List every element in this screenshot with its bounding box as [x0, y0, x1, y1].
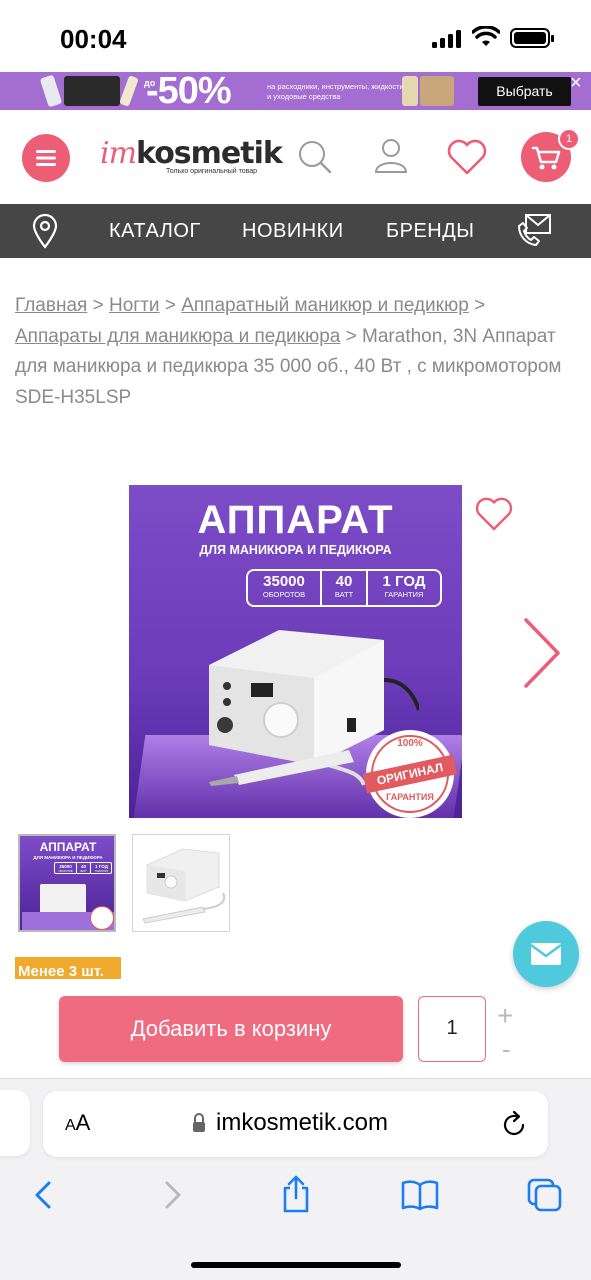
- logo-tagline: Только оригинальный товар: [166, 168, 258, 175]
- promo-product-image: [420, 76, 454, 106]
- thumb-spec-label: ВАТТ: [80, 870, 87, 873]
- quantity-input[interactable]: 1: [418, 996, 486, 1062]
- contact-fab-button[interactable]: [513, 921, 579, 987]
- promo-text: на расходники, инструменты, жидкости и у…: [267, 82, 404, 101]
- breadcrumb-link-nails[interactable]: Ногти: [109, 295, 160, 316]
- promo-product-image: [39, 74, 63, 108]
- breadcrumb-separator: >: [345, 325, 357, 347]
- thumb-spec-value: 1 ГОД: [95, 864, 108, 869]
- spec-value: 40: [335, 573, 353, 590]
- previous-tab-preview[interactable]: [0, 1090, 30, 1156]
- promo-select-button[interactable]: Выбрать: [478, 77, 571, 106]
- nav-item-catalog[interactable]: КАТАЛОГ: [109, 220, 201, 243]
- image-spec: 1 ГОД ГАРАНТИЯ: [368, 571, 440, 605]
- spec-label: ГАРАНТИЯ: [384, 590, 424, 599]
- promo-product-image: [119, 75, 139, 107]
- logo-accent: im: [100, 136, 137, 171]
- quantity-minus-button[interactable]: -: [502, 1034, 511, 1065]
- status-bar: 00:04: [0, 0, 591, 72]
- breadcrumb-separator: >: [92, 295, 104, 316]
- breadcrumb-separator: >: [474, 295, 486, 316]
- thumb-device-image: [142, 848, 226, 924]
- promo-product-image: [64, 76, 120, 106]
- breadcrumb-link-hardware-manicure[interactable]: Аппаратный маникюр и педикюр: [181, 295, 469, 316]
- add-to-favorites-heart-icon[interactable]: [474, 496, 514, 532]
- aa-large: A: [75, 1110, 91, 1135]
- thumb-subtitle: ДЛЯ МАНИКЮРА И ПЕДИКЮРА: [33, 855, 103, 860]
- url-text[interactable]: imkosmetik.com: [216, 1109, 388, 1137]
- thumbnail-1[interactable]: АППАРАТ ДЛЯ МАНИКЮРА И ПЕДИКЮРА 35000 ОБ…: [18, 834, 116, 932]
- wifi-icon: [472, 26, 500, 46]
- image-title: АППАРАТ: [197, 498, 394, 542]
- image-specs-box: 35000 ОБОРОТОВ 40 ВАТТ 1 ГОД ГАРАНТИЯ: [246, 569, 442, 607]
- nav-item-brands[interactable]: БРЕНДЫ: [386, 220, 475, 243]
- thumb-spec: 35000 ОБОРОТОВ: [55, 863, 77, 873]
- thumb-spec-label: ГАРАНТИЯ: [95, 870, 108, 873]
- contact-mail-phone-icon[interactable]: [516, 212, 554, 248]
- add-to-cart-button[interactable]: Добавить в корзину: [59, 996, 403, 1062]
- spec-value: 35000: [263, 573, 305, 590]
- breadcrumb: Главная > Ногти > Аппаратный маникюр и п…: [15, 291, 575, 413]
- site-logo[interactable]: imkosmetik: [100, 136, 283, 171]
- original-guarantee-stamp: 100% ОРИГИНАЛ ГАРАНТИЯ: [362, 730, 458, 818]
- stock-badge: Менее 3 шт.: [15, 957, 121, 979]
- aa-small: A: [65, 1117, 76, 1134]
- breadcrumb-link-home[interactable]: Главная: [15, 295, 87, 316]
- share-icon[interactable]: [280, 1174, 312, 1214]
- image-spec: 35000 ОБОРОТОВ: [248, 571, 322, 605]
- envelope-icon: [530, 943, 562, 965]
- search-icon[interactable]: [296, 138, 334, 176]
- spec-label: ОБОРОТОВ: [262, 590, 306, 599]
- back-chevron-icon[interactable]: [32, 1180, 56, 1210]
- thumb-title: АППАРАТ: [39, 840, 97, 854]
- image-subtitle: ДЛЯ МАНИКЮРА И ПЕДИКЮРА: [199, 543, 392, 557]
- hamburger-icon: [36, 150, 56, 166]
- spec-value: 1 ГОД: [382, 573, 426, 590]
- cellular-signal-icon: [432, 28, 464, 48]
- user-icon[interactable]: [372, 136, 410, 176]
- favorites-heart-icon[interactable]: [446, 138, 488, 176]
- product-main-image[interactable]: АППАРАТ ДЛЯ МАНИКЮРА И ПЕДИКЮРА 35000 ОБ…: [129, 485, 462, 818]
- battery-icon: [510, 28, 554, 48]
- promo-discount: -50%: [146, 70, 232, 112]
- thumb-spec-value: 40: [80, 864, 86, 869]
- forward-chevron-icon[interactable]: [160, 1180, 184, 1210]
- breadcrumb-link-manicure-devices[interactable]: Аппараты для маникюра и педикюра: [15, 326, 340, 347]
- location-pin-icon[interactable]: [30, 212, 60, 250]
- cart-count-badge: 1: [558, 128, 580, 150]
- status-time: 00:04: [60, 24, 127, 54]
- stamp-bottom: ГАРАНТИЯ: [386, 792, 434, 802]
- thumb-spec: 1 ГОД ГАРАНТИЯ: [91, 863, 112, 873]
- home-indicator: [191, 1262, 401, 1268]
- thumb-specs: 35000 ОБОРОТОВ 40 ВАТТ 1 ГОД ГАРАНТИЯ: [54, 862, 112, 874]
- next-image-chevron-icon[interactable]: [522, 617, 562, 689]
- menu-button[interactable]: [22, 134, 70, 182]
- reload-icon[interactable]: [502, 1110, 528, 1138]
- logo-main: kosmetik: [136, 136, 283, 171]
- thumb-spec-label: ОБОРОТОВ: [58, 870, 73, 873]
- thumb-spec-value: 35000: [59, 864, 72, 869]
- spec-label: ВАТТ: [334, 590, 354, 599]
- promo-close-icon[interactable]: ×: [570, 72, 582, 95]
- image-spec: 40 ВАТТ: [322, 571, 368, 605]
- thumbnail-2[interactable]: [132, 834, 230, 932]
- breadcrumb-separator: >: [164, 295, 176, 316]
- bookmarks-book-icon[interactable]: [400, 1178, 440, 1212]
- lock-icon: [193, 1113, 205, 1132]
- nav-item-new[interactable]: НОВИНКИ: [242, 220, 344, 243]
- tabs-icon[interactable]: [526, 1177, 564, 1213]
- reader-settings-button[interactable]: AA: [65, 1110, 90, 1136]
- quantity-plus-button[interactable]: +: [497, 1000, 513, 1032]
- stamp-top: 100%: [397, 738, 423, 749]
- thumb-spec: 40 ВАТТ: [77, 863, 91, 873]
